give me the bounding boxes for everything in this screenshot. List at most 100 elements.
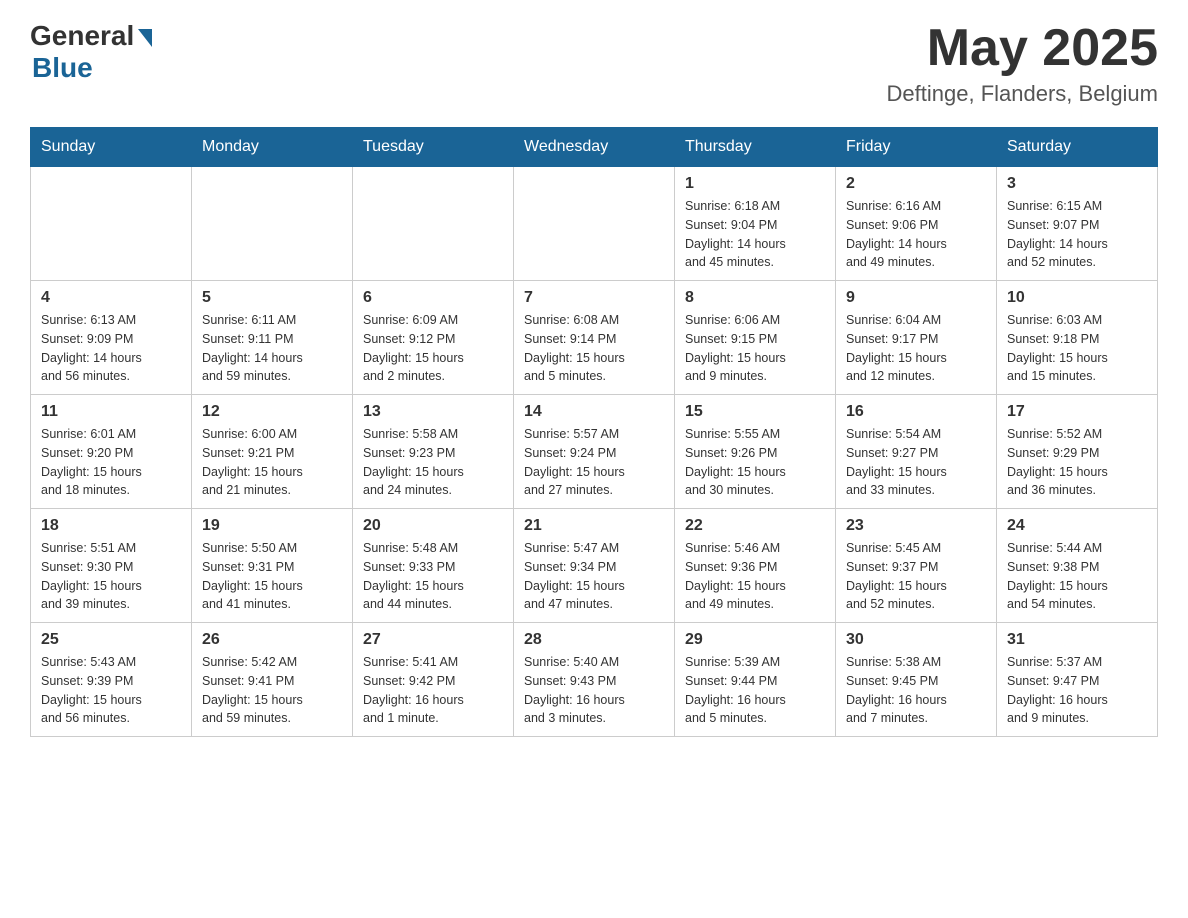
day-info: Sunrise: 5:44 AM Sunset: 9:38 PM Dayligh… [1007, 539, 1147, 614]
calendar-cell [353, 167, 514, 281]
calendar-cell: 11Sunrise: 6:01 AM Sunset: 9:20 PM Dayli… [31, 395, 192, 509]
calendar-cell: 31 Sunrise: 5:37 AM Sunset: 9:47 PM Dayli… [997, 623, 1158, 737]
day-number: 23 [846, 517, 986, 535]
day-info: Sunrise: 6:16 AM Sunset: 9:06 PM Dayligh… [846, 197, 986, 272]
calendar-cell [514, 167, 675, 281]
calendar-cell: 8 Sunrise: 6:06 AM Sunset: 9:15 PM Daylig… [675, 281, 836, 395]
calendar-cell: 17 Sunrise: 5:52 AM Sunset: 9:29 PM Dayli… [997, 395, 1158, 509]
day-info: Sunrise: 6:06 AM Sunset: 9:15 PM Dayligh… [685, 311, 825, 386]
title-section: May 2025 Deftinge, Flanders, Belgium [887, 20, 1158, 107]
day-info: Sunrise: 5:43 AM Sunset: 9:39 PM Dayligh… [41, 653, 181, 728]
day-number: 8 [685, 289, 825, 307]
calendar-cell: 10Sunrise: 6:03 AM Sunset: 9:18 PM Dayli… [997, 281, 1158, 395]
day-number: 22 [685, 517, 825, 535]
day-number: 18 [41, 517, 181, 535]
calendar-cell: 3 Sunrise: 6:15 AM Sunset: 9:07 PM Daylig… [997, 167, 1158, 281]
day-number: 26 [202, 631, 342, 649]
calendar-cell: 20 Sunrise: 5:48 AM Sunset: 9:33 PM Dayli… [353, 509, 514, 623]
day-number: 2 [846, 175, 986, 193]
day-info: Sunrise: 5:37 AM Sunset: 9:47 PM Dayligh… [1007, 653, 1147, 728]
day-number: 20 [363, 517, 503, 535]
calendar-cell: 12Sunrise: 6:00 AM Sunset: 9:21 PM Dayli… [192, 395, 353, 509]
calendar-cell: 4 Sunrise: 6:13 AM Sunset: 9:09 PM Daylig… [31, 281, 192, 395]
calendar-cell: 27 Sunrise: 5:41 AM Sunset: 9:42 PM Dayli… [353, 623, 514, 737]
calendar-cell: 21 Sunrise: 5:47 AM Sunset: 9:34 PM Dayli… [514, 509, 675, 623]
calendar-cell [31, 167, 192, 281]
day-info: Sunrise: 5:47 AM Sunset: 9:34 PM Dayligh… [524, 539, 664, 614]
calendar-cell: 28Sunrise: 5:40 AM Sunset: 9:43 PM Dayli… [514, 623, 675, 737]
day-info: Sunrise: 5:40 AM Sunset: 9:43 PM Dayligh… [524, 653, 664, 728]
logo: General Blue [30, 20, 152, 84]
day-number: 17 [1007, 403, 1147, 421]
day-info: Sunrise: 5:45 AM Sunset: 9:37 PM Dayligh… [846, 539, 986, 614]
day-number: 19 [202, 517, 342, 535]
day-info: Sunrise: 6:04 AM Sunset: 9:17 PM Dayligh… [846, 311, 986, 386]
day-info: Sunrise: 5:46 AM Sunset: 9:36 PM Dayligh… [685, 539, 825, 614]
day-number: 31 [1007, 631, 1147, 649]
logo-general-text: General [30, 20, 134, 52]
calendar-week-row: 4 Sunrise: 6:13 AM Sunset: 9:09 PM Daylig… [31, 281, 1158, 395]
day-number: 3 [1007, 175, 1147, 193]
day-number: 24 [1007, 517, 1147, 535]
day-info: Sunrise: 5:55 AM Sunset: 9:26 PM Dayligh… [685, 425, 825, 500]
day-number: 13 [363, 403, 503, 421]
calendar-cell: 16 Sunrise: 5:54 AM Sunset: 9:27 PM Dayli… [836, 395, 997, 509]
day-info: Sunrise: 5:48 AM Sunset: 9:33 PM Dayligh… [363, 539, 503, 614]
calendar-cell: 9 Sunrise: 6:04 AM Sunset: 9:17 PM Daylig… [836, 281, 997, 395]
day-number: 21 [524, 517, 664, 535]
calendar-cell: 22 Sunrise: 5:46 AM Sunset: 9:36 PM Dayli… [675, 509, 836, 623]
day-number: 6 [363, 289, 503, 307]
day-of-week-header: Thursday [675, 128, 836, 167]
month-title: May 2025 [887, 20, 1158, 77]
day-number: 15 [685, 403, 825, 421]
calendar-cell [192, 167, 353, 281]
logo-arrow-icon [138, 29, 152, 47]
day-number: 11 [41, 403, 181, 421]
day-info: Sunrise: 5:50 AM Sunset: 9:31 PM Dayligh… [202, 539, 342, 614]
calendar-table: SundayMondayTuesdayWednesdayThursdayFrid… [30, 127, 1158, 737]
day-number: 7 [524, 289, 664, 307]
day-number: 4 [41, 289, 181, 307]
calendar-cell: 14Sunrise: 5:57 AM Sunset: 9:24 PM Dayli… [514, 395, 675, 509]
calendar-cell: 30 Sunrise: 5:38 AM Sunset: 9:45 PM Dayli… [836, 623, 997, 737]
calendar-cell: 5 Sunrise: 6:11 AM Sunset: 9:11 PM Daylig… [192, 281, 353, 395]
calendar-week-row: 11Sunrise: 6:01 AM Sunset: 9:20 PM Dayli… [31, 395, 1158, 509]
calendar-cell: 26 Sunrise: 5:42 AM Sunset: 9:41 PM Dayli… [192, 623, 353, 737]
logo-blue-text: Blue [32, 52, 93, 84]
calendar-cell: 23 Sunrise: 5:45 AM Sunset: 9:37 PM Dayli… [836, 509, 997, 623]
day-of-week-header: Tuesday [353, 128, 514, 167]
day-number: 27 [363, 631, 503, 649]
day-number: 16 [846, 403, 986, 421]
day-info: Sunrise: 6:18 AM Sunset: 9:04 PM Dayligh… [685, 197, 825, 272]
day-number: 14 [524, 403, 664, 421]
day-of-week-header: Wednesday [514, 128, 675, 167]
calendar-cell: 7 Sunrise: 6:08 AM Sunset: 9:14 PM Daylig… [514, 281, 675, 395]
day-of-week-header: Saturday [997, 128, 1158, 167]
day-info: Sunrise: 5:38 AM Sunset: 9:45 PM Dayligh… [846, 653, 986, 728]
calendar-cell: 25Sunrise: 5:43 AM Sunset: 9:39 PM Dayli… [31, 623, 192, 737]
day-of-week-header: Monday [192, 128, 353, 167]
day-number: 9 [846, 289, 986, 307]
calendar-cell: 2 Sunrise: 6:16 AM Sunset: 9:06 PM Daylig… [836, 167, 997, 281]
day-info: Sunrise: 6:11 AM Sunset: 9:11 PM Dayligh… [202, 311, 342, 386]
calendar-week-row: 1Sunrise: 6:18 AM Sunset: 9:04 PM Daylig… [31, 167, 1158, 281]
calendar-week-row: 18Sunrise: 5:51 AM Sunset: 9:30 PM Dayli… [31, 509, 1158, 623]
day-info: Sunrise: 5:54 AM Sunset: 9:27 PM Dayligh… [846, 425, 986, 500]
day-info: Sunrise: 6:00 AM Sunset: 9:21 PM Dayligh… [202, 425, 342, 500]
day-of-week-header: Sunday [31, 128, 192, 167]
day-info: Sunrise: 6:15 AM Sunset: 9:07 PM Dayligh… [1007, 197, 1147, 272]
day-info: Sunrise: 6:13 AM Sunset: 9:09 PM Dayligh… [41, 311, 181, 386]
calendar-cell: 29Sunrise: 5:39 AM Sunset: 9:44 PM Dayli… [675, 623, 836, 737]
calendar-cell: 1Sunrise: 6:18 AM Sunset: 9:04 PM Daylig… [675, 167, 836, 281]
day-info: Sunrise: 6:08 AM Sunset: 9:14 PM Dayligh… [524, 311, 664, 386]
day-info: Sunrise: 5:52 AM Sunset: 9:29 PM Dayligh… [1007, 425, 1147, 500]
calendar-cell: 24 Sunrise: 5:44 AM Sunset: 9:38 PM Dayli… [997, 509, 1158, 623]
day-number: 10 [1007, 289, 1147, 307]
calendar-week-row: 25Sunrise: 5:43 AM Sunset: 9:39 PM Dayli… [31, 623, 1158, 737]
day-number: 30 [846, 631, 986, 649]
day-info: Sunrise: 5:42 AM Sunset: 9:41 PM Dayligh… [202, 653, 342, 728]
day-info: Sunrise: 5:41 AM Sunset: 9:42 PM Dayligh… [363, 653, 503, 728]
day-of-week-header: Friday [836, 128, 997, 167]
location-text: Deftinge, Flanders, Belgium [887, 81, 1158, 107]
day-number: 5 [202, 289, 342, 307]
